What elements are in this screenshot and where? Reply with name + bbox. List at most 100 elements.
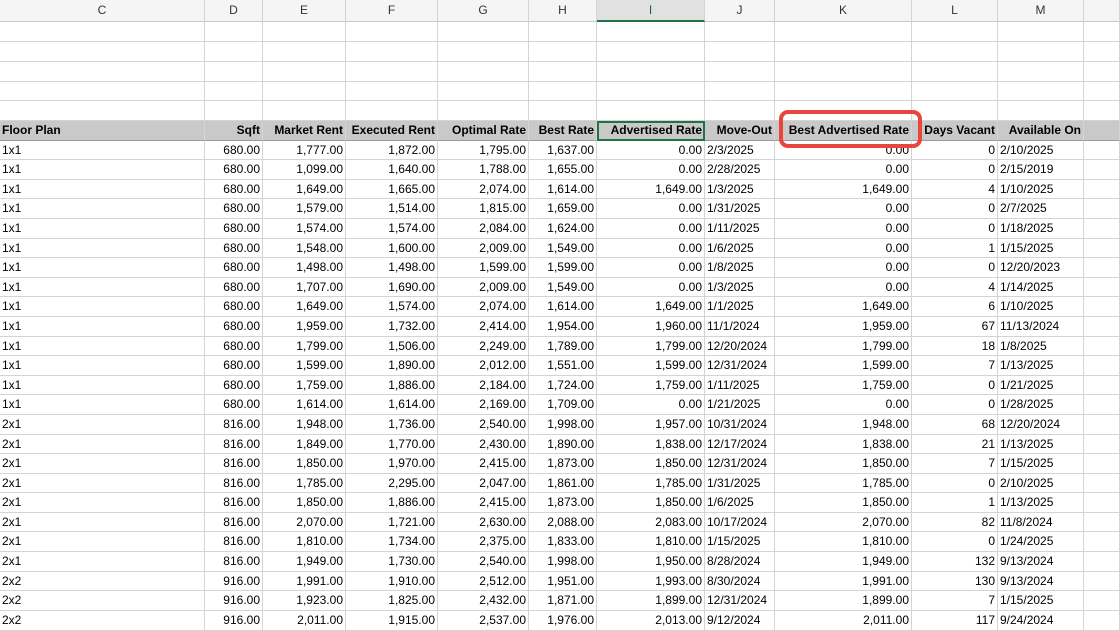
empty-cell[interactable] [912,62,998,82]
empty-cell[interactable] [597,101,705,121]
table-cell[interactable]: 2,184.00 [438,375,529,396]
table-cell[interactable]: 680.00 [205,238,263,259]
table-cell[interactable]: 1,777.00 [263,140,346,161]
table-cell[interactable]: 1,949.00 [775,552,912,572]
table-cell[interactable]: 1,551.00 [529,356,597,376]
table-cell[interactable]: 1x1 [0,238,205,259]
table-cell[interactable] [1084,414,1120,435]
table-cell[interactable]: 11/1/2024 [705,316,775,337]
table-cell[interactable]: 2,084.00 [438,218,529,239]
table-cell[interactable]: 18 [912,336,998,357]
table-cell[interactable]: 1/15/2025 [998,591,1084,611]
table-cell[interactable]: 1,951.00 [529,571,597,592]
empty-cell[interactable] [705,101,775,121]
table-cell[interactable]: 1,600.00 [346,238,438,259]
table-cell[interactable]: 1,850.00 [263,454,346,474]
table-cell[interactable] [1084,336,1120,357]
table-cell[interactable]: 0.00 [597,238,705,259]
table-cell[interactable]: 1,998.00 [529,552,597,572]
empty-cell[interactable] [438,101,529,121]
table-cell[interactable]: 1,649.00 [263,179,346,200]
table-cell[interactable]: 6 [912,297,998,317]
table-cell[interactable]: 1x1 [0,140,205,161]
header-executed-rent[interactable]: Executed Rent [346,121,438,141]
table-cell[interactable]: 1,838.00 [597,434,705,455]
column-header-m[interactable]: M [998,0,1084,22]
table-cell[interactable]: 1,599.00 [775,356,912,376]
table-cell[interactable]: 0 [912,160,998,180]
table-cell[interactable]: 2x2 [0,610,205,631]
table-cell[interactable]: 2,415.00 [438,493,529,513]
table-cell[interactable]: 2/3/2025 [705,140,775,161]
table-cell[interactable] [1084,258,1120,278]
table-cell[interactable] [1084,473,1120,494]
table-cell[interactable]: 2,430.00 [438,434,529,455]
table-cell[interactable]: 1,850.00 [263,493,346,513]
table-cell[interactable]: 680.00 [205,336,263,357]
table-cell[interactable]: 2x1 [0,493,205,513]
empty-cell[interactable] [775,42,912,62]
header-market-rent[interactable]: Market Rent [263,121,346,141]
table-cell[interactable]: 1,991.00 [775,571,912,592]
table-cell[interactable]: 0 [912,258,998,278]
table-cell[interactable]: 1,599.00 [263,356,346,376]
table-cell[interactable]: 9/13/2024 [998,571,1084,592]
header-best-rate[interactable]: Best Rate [529,121,597,141]
table-cell[interactable]: 1/11/2025 [705,218,775,239]
table-cell[interactable] [1084,454,1120,474]
empty-cell[interactable] [205,42,263,62]
table-cell[interactable]: 132 [912,552,998,572]
table-cell[interactable]: 1,998.00 [529,414,597,435]
table-cell[interactable]: 2,083.00 [597,512,705,533]
table-cell[interactable]: 0.00 [597,199,705,219]
table-cell[interactable]: 2/7/2025 [998,199,1084,219]
table-cell[interactable]: 680.00 [205,395,263,415]
table-cell[interactable]: 1,690.00 [346,277,438,298]
empty-cell[interactable] [1084,101,1120,121]
table-cell[interactable]: 1,599.00 [438,258,529,278]
empty-cell[interactable] [529,62,597,82]
table-cell[interactable]: 1,833.00 [529,532,597,553]
table-cell[interactable]: 12/20/2023 [998,258,1084,278]
table-cell[interactable]: 1/28/2025 [998,395,1084,415]
column-header-l[interactable]: L [912,0,998,22]
table-cell[interactable]: 1x1 [0,258,205,278]
table-cell[interactable]: 1,514.00 [346,199,438,219]
table-cell[interactable]: 1,959.00 [775,316,912,337]
table-cell[interactable]: 816.00 [205,434,263,455]
table-cell[interactable]: 2,047.00 [438,473,529,494]
empty-cell[interactable] [346,42,438,62]
header-move-out[interactable]: Move-Out [705,121,775,141]
table-cell[interactable]: 1/6/2025 [705,493,775,513]
table-cell[interactable]: 1x1 [0,199,205,219]
table-cell[interactable]: 0.00 [597,160,705,180]
table-cell[interactable]: 1,923.00 [263,591,346,611]
empty-cell[interactable] [529,101,597,121]
empty-cell[interactable] [263,62,346,82]
table-cell[interactable] [1084,552,1120,572]
table-cell[interactable]: 1,770.00 [346,434,438,455]
empty-cell[interactable] [438,62,529,82]
table-cell[interactable]: 2,074.00 [438,297,529,317]
table-cell[interactable]: 8/28/2024 [705,552,775,572]
table-cell[interactable]: 0.00 [775,160,912,180]
empty-cell[interactable] [998,82,1084,101]
table-cell[interactable] [1084,199,1120,219]
empty-cell[interactable] [263,101,346,121]
table-cell[interactable]: 67 [912,316,998,337]
table-cell[interactable]: 0 [912,395,998,415]
empty-cell[interactable] [775,62,912,82]
table-cell[interactable]: 4 [912,277,998,298]
table-cell[interactable]: 2,249.00 [438,336,529,357]
table-cell[interactable]: 1,886.00 [346,493,438,513]
table-cell[interactable]: 1,950.00 [597,552,705,572]
table-cell[interactable]: 1,649.00 [597,297,705,317]
table-cell[interactable]: 680.00 [205,258,263,278]
table-cell[interactable]: 1/31/2025 [705,473,775,494]
table-cell[interactable]: 0 [912,199,998,219]
table-cell[interactable]: 1,614.00 [346,395,438,415]
table-cell[interactable]: 2x1 [0,434,205,455]
table-cell[interactable]: 1 [912,238,998,259]
table-cell[interactable]: 1,649.00 [775,297,912,317]
table-cell[interactable]: 12/31/2024 [705,591,775,611]
